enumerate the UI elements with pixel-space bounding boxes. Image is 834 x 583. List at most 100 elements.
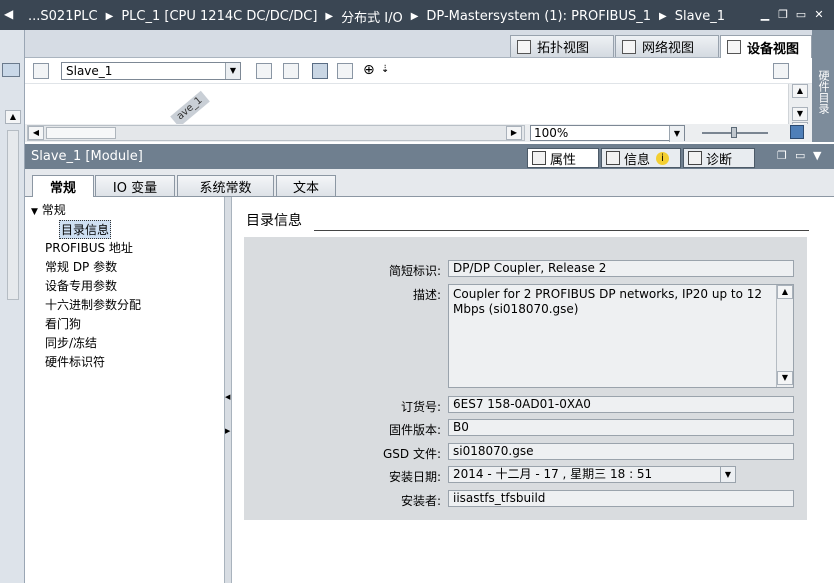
chevron-right-icon: ▶ — [105, 10, 114, 22]
tab-system-constants[interactable]: 系统常数 — [177, 175, 274, 196]
slave-module-label[interactable]: ave_1 — [170, 90, 210, 124]
section-title: 目录信息 — [246, 213, 302, 229]
nav-root-general[interactable]: ▼ 常规 — [31, 201, 66, 218]
scroll-left-icon[interactable]: ◀ — [28, 126, 44, 140]
expand-right-icon[interactable]: ▶ — [225, 427, 230, 435]
chevron-down-icon[interactable]: ▼ — [669, 126, 684, 142]
tab-general[interactable]: 常规 — [32, 175, 94, 197]
description-label: 描述: — [412, 288, 441, 302]
property-content: 目录信息 简短标识: DP/DP Coupler, Release 2 描述: … — [232, 197, 834, 583]
tab-label: 系统常数 — [199, 180, 252, 196]
tab-label: 设备视图 — [747, 41, 800, 57]
nav-item-general-dp-params[interactable]: 常规 DP 参数 — [45, 258, 117, 275]
tab-io-tags[interactable]: IO 变量 — [95, 175, 175, 196]
overview-navigation-icon[interactable] — [790, 125, 804, 139]
order-number-field: 6ES7 158-0AD01-0XA0 — [448, 396, 794, 413]
restore-icon[interactable]: ❐ — [776, 8, 790, 22]
maximize-icon[interactable]: ▭ — [794, 8, 808, 22]
tab-device-view[interactable]: 设备视图 — [720, 35, 812, 58]
zoom-select[interactable]: 100% ▼ — [530, 125, 685, 142]
breadcrumb-item[interactable]: DP-Mastersystem (1): PROFIBUS_1 — [426, 9, 651, 24]
breadcrumb-item[interactable]: Slave_1 — [675, 9, 725, 24]
left-sidebar-strip: ▲ — [0, 30, 25, 583]
install-date-label: 安装日期: — [388, 470, 441, 484]
order-number-label: 订货号: — [400, 400, 441, 414]
catalog-info-form: 简短标识: DP/DP Coupler, Release 2 描述: Coupl… — [244, 237, 807, 520]
chevron-right-icon: ▶ — [659, 10, 667, 22]
grid-icon[interactable] — [337, 63, 353, 79]
breadcrumb: ...S021PLC ▶ PLC_1 [CPU 1214C DC/DC/DC] … — [28, 7, 725, 26]
horizontal-scrollbar[interactable]: ◀ ▶ — [27, 125, 525, 141]
scroll-up-icon[interactable]: ▲ — [792, 84, 808, 98]
properties-icon — [532, 151, 546, 165]
tab-label: 属性 — [550, 152, 577, 168]
tab-info[interactable]: 信息 i — [601, 148, 681, 168]
name-label-icon[interactable] — [283, 63, 299, 79]
minimize-icon[interactable]: ▁ — [758, 8, 772, 22]
install-date-field[interactable]: 2014 - 十二月 - 17 , 星期三 18 : 51 ▼ — [448, 466, 736, 483]
nav-item-profibus-address[interactable]: PROFIBUS 地址 — [45, 239, 133, 256]
maximize-icon[interactable]: ▭ — [795, 149, 805, 162]
hardware-catalog-label: 硬件目录 — [817, 70, 830, 114]
scroll-right-icon[interactable]: ▶ — [506, 126, 522, 140]
horizontal-scrollbar-thumb[interactable] — [46, 127, 116, 139]
draw-pen-icon[interactable] — [312, 63, 328, 79]
gsd-file-field: si018070.gse — [448, 443, 794, 460]
breadcrumb-item[interactable]: ...S021PLC — [28, 9, 98, 24]
left-scrollbar-thumb[interactable] — [7, 130, 19, 300]
tab-network-view[interactable]: 网络视图 — [615, 35, 719, 57]
device-toolbar: Slave_1 ▼ ⊕ ⇣ — [25, 58, 812, 84]
hardware-catalog-tab[interactable]: 硬件目录 — [812, 30, 834, 142]
table-view-icon[interactable] — [773, 63, 789, 79]
description-field[interactable]: Coupler for 2 PROFIBUS DP networks, IP20… — [448, 284, 794, 388]
device-config-icon[interactable] — [2, 63, 20, 77]
nav-item-catalog-info[interactable]: 目录信息 — [59, 220, 112, 239]
tab-diagnostics[interactable]: 诊断 — [683, 148, 755, 168]
nav-root-label: 常规 — [41, 203, 66, 217]
scroll-down-icon[interactable]: ▼ — [792, 107, 808, 121]
description-text: Coupler for 2 PROFIBUS DP networks, IP20… — [453, 287, 763, 316]
show-module-labels-icon[interactable] — [256, 63, 272, 79]
restore-icon[interactable]: ❐ — [777, 149, 787, 162]
collapse-left-icon[interactable]: ◀ — [225, 393, 230, 401]
breadcrumb-item[interactable]: PLC_1 [CPU 1214C DC/DC/DC] — [121, 9, 317, 24]
tab-texts[interactable]: 文本 — [276, 175, 336, 196]
device-canvas[interactable]: ave_1 — [25, 84, 788, 124]
collapse-icon[interactable]: ▼ — [813, 149, 821, 162]
nav-item-device-specific-params[interactable]: 设备专用参数 — [45, 277, 117, 294]
back-arrow-icon[interactable]: ◀ — [4, 7, 13, 21]
zoom-dropdown-icon[interactable]: ⇣ — [381, 64, 389, 75]
short-id-label: 简短标识: — [388, 264, 441, 278]
tab-label: 拓扑视图 — [537, 41, 590, 56]
expand-triangle-icon[interactable]: ▼ — [31, 207, 38, 217]
tab-properties[interactable]: 属性 — [527, 148, 599, 168]
panel-splitter[interactable]: ◀ ▶ — [224, 197, 232, 583]
chevron-right-icon: ▶ — [410, 10, 419, 22]
tab-topology-view[interactable]: 拓扑视图 — [510, 35, 614, 57]
info-icon — [606, 151, 620, 165]
zoom-slider-handle[interactable] — [731, 127, 737, 138]
nav-item-hex-param-assignment[interactable]: 十六进制参数分配 — [45, 296, 141, 313]
installer-field: iisastfs_tfsbuild — [448, 490, 794, 507]
scroll-down-icon[interactable]: ▼ — [777, 371, 793, 385]
description-scrollbar[interactable]: ▲ ▼ — [776, 285, 793, 387]
device-overview-icon[interactable] — [33, 63, 49, 79]
install-date-value: 2014 - 十二月 - 17 , 星期三 18 : 51 — [453, 467, 653, 481]
nav-item-hardware-identifier[interactable]: 硬件标识符 — [45, 353, 105, 370]
close-icon[interactable]: ✕ — [812, 8, 826, 22]
installer-label: 安装者: — [400, 494, 441, 508]
breadcrumb-item[interactable]: 分布式 I/O — [341, 7, 403, 26]
chevron-down-icon[interactable]: ▼ — [720, 467, 735, 482]
scroll-up-icon[interactable]: ▲ — [5, 110, 21, 124]
info-badge-icon: i — [656, 151, 670, 165]
title-bar: ◀ ...S021PLC ▶ PLC_1 [CPU 1214C DC/DC/DC… — [0, 0, 834, 30]
chevron-down-icon[interactable]: ▼ — [225, 63, 240, 79]
tab-label: 诊断 — [706, 152, 733, 168]
property-tabs: 常规 IO 变量 系统常数 文本 — [25, 169, 834, 197]
device-select[interactable]: Slave_1 ▼ — [61, 62, 241, 80]
nav-item-sync-freeze[interactable]: 同步/冻结 — [45, 334, 97, 351]
zoom-in-icon[interactable]: ⊕ — [363, 62, 375, 78]
view-tabs-bar: 拓扑视图 网络视图 设备视图 — [25, 30, 812, 58]
nav-item-watchdog[interactable]: 看门狗 — [45, 315, 81, 332]
scroll-up-icon[interactable]: ▲ — [777, 285, 793, 299]
